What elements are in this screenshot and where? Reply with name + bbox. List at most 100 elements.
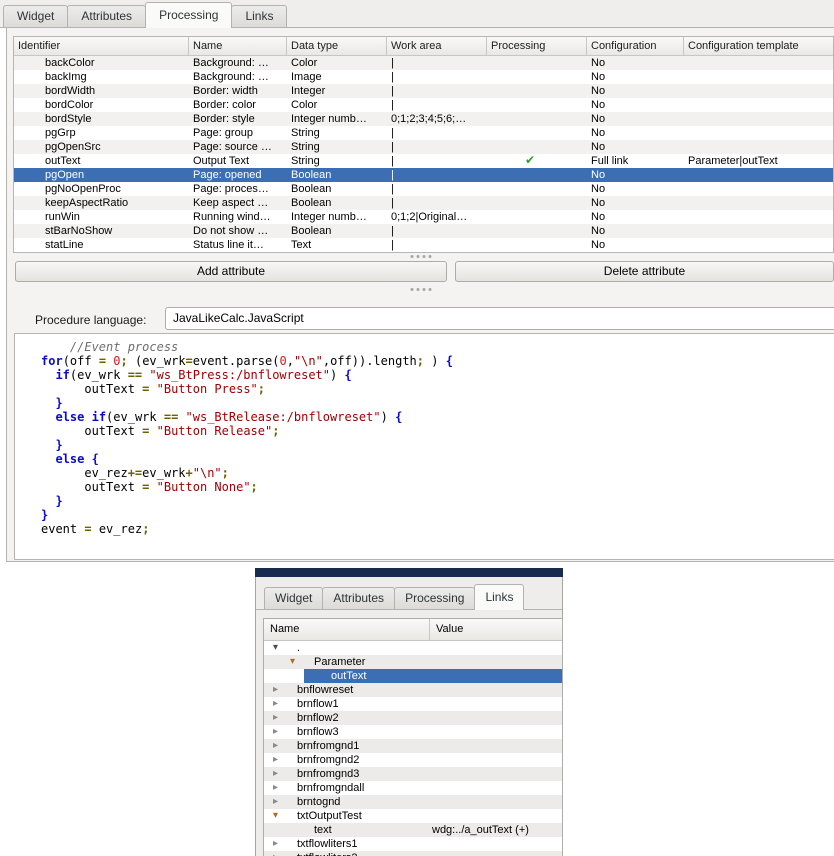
column-header-work-area[interactable]: Work area <box>387 37 487 55</box>
column-header-processing[interactable]: Processing <box>487 37 587 55</box>
link-tree-item-brnfromgnd1[interactable]: ▸brnfromgnd1 <box>264 739 562 753</box>
column-header-configuration[interactable]: Configuration <box>587 37 684 55</box>
attr-row-backColor[interactable]: backColorBackground: …Color|No <box>14 56 833 70</box>
cell-conf: No <box>587 70 684 84</box>
link-tree-item-bnflowreset[interactable]: ▸bnflowreset <box>264 683 562 697</box>
links-column-header-value[interactable]: Value <box>430 619 562 640</box>
cell-proc <box>487 224 587 238</box>
code-token: (ev_wrk <box>70 368 128 382</box>
chevron-right-icon[interactable]: ▸ <box>270 753 285 767</box>
cell-id: backColor <box>14 56 189 70</box>
main-tab-attributes[interactable]: Attributes <box>67 5 146 27</box>
column-header-name[interactable]: Name <box>189 37 287 55</box>
link-tree-item-text[interactable]: textwdg:../a_outText (+) <box>264 823 562 837</box>
link-tree-item-brnflow3[interactable]: ▸brnflow3 <box>264 725 562 739</box>
code-token: if <box>92 410 106 424</box>
code-token: == <box>128 368 142 382</box>
link-tree-item-brnflow1[interactable]: ▸brnflow1 <box>264 697 562 711</box>
cell-id: bordStyle <box>14 112 189 126</box>
splitter-handle[interactable] <box>411 288 432 291</box>
procedure-language-select[interactable]: JavaLikeCalc.JavaScript <box>165 307 834 330</box>
chevron-right-icon[interactable]: ▸ <box>270 795 285 809</box>
chevron-right-icon[interactable]: ▸ <box>270 851 285 856</box>
chevron-right-icon[interactable]: ▸ <box>270 781 285 795</box>
cell-tmpl <box>684 98 833 112</box>
attr-row-outText[interactable]: outTextOutput TextString|✔Full linkParam… <box>14 154 833 168</box>
attr-row-pgNoOpenProc[interactable]: pgNoOpenProcPage: proces…Boolean|No <box>14 182 833 196</box>
chevron-right-icon[interactable]: ▸ <box>270 739 285 753</box>
link-tree-item-outtext[interactable]: outText <box>264 669 562 683</box>
splitter-handle[interactable] <box>411 255 432 258</box>
link-tree-item-brntognd[interactable]: ▸brntognd <box>264 795 562 809</box>
links-window-tab-widget[interactable]: Widget <box>264 587 323 609</box>
link-tree-item-brnflow2[interactable]: ▸brnflow2 <box>264 711 562 725</box>
attr-row-pgOpen[interactable]: pgOpenPage: openedBoolean|No <box>14 168 833 182</box>
chevron-right-icon[interactable]: ▸ <box>270 711 285 725</box>
link-tree-item-parameter[interactable]: ▾Parameter <box>264 655 562 669</box>
links-window-titlebar[interactable] <box>255 568 563 577</box>
cell-area: | <box>387 182 487 196</box>
attr-row-bordWidth[interactable]: bordWidthBorder: widthInteger|No <box>14 84 833 98</box>
code-token: } <box>55 438 62 452</box>
code-token: ; <box>222 466 229 480</box>
code-token: { <box>92 452 99 466</box>
column-header-identifier[interactable]: Identifier <box>14 37 189 55</box>
delete-attribute-button[interactable]: Delete attribute <box>455 261 834 282</box>
attr-row-pgGrp[interactable]: pgGrpPage: groupString|No <box>14 126 833 140</box>
attr-row-pgOpenSrc[interactable]: pgOpenSrcPage: source …String|No <box>14 140 833 154</box>
chevron-right-icon[interactable]: ▸ <box>270 837 285 851</box>
attr-row-backImg[interactable]: backImgBackground: …Image|No <box>14 70 833 84</box>
cell-name: Border: style <box>189 112 287 126</box>
chevron-right-icon[interactable]: ▸ <box>270 697 285 711</box>
code-token: "\n" <box>193 466 222 480</box>
attr-row-statLine[interactable]: statLineStatus line it…Text|No <box>14 238 833 252</box>
main-tab-links[interactable]: Links <box>231 5 287 27</box>
code-token: "Button None" <box>157 480 251 494</box>
cell-name: Do not show … <box>189 224 287 238</box>
attr-row-bordColor[interactable]: bordColorBorder: colorColor|No <box>14 98 833 112</box>
column-header-configuration-template[interactable]: Configuration template <box>684 37 833 55</box>
cell-type: Boolean <box>287 196 387 210</box>
links-window-tab-links[interactable]: Links <box>474 584 524 610</box>
attr-row-stBarNoShow[interactable]: stBarNoShowDo not show …Boolean|No <box>14 224 833 238</box>
code-token: ; <box>272 424 279 438</box>
code-token: = <box>84 522 91 536</box>
main-tab-widget[interactable]: Widget <box>3 5 68 27</box>
column-header-data-type[interactable]: Data type <box>287 37 387 55</box>
code-token: { <box>344 368 351 382</box>
chevron-down-icon[interactable]: ▾ <box>287 655 302 669</box>
code-token: "Button Press" <box>157 382 258 396</box>
cell-proc <box>487 182 587 196</box>
attr-row-runWin[interactable]: runWinRunning wind…Integer numb…0;1;2|Or… <box>14 210 833 224</box>
link-tree-item-brnfromgnd3[interactable]: ▸brnfromgnd3 <box>264 767 562 781</box>
code-token: if <box>55 368 69 382</box>
link-tree-item-txtflowliters1[interactable]: ▸txtflowliters1 <box>264 837 562 851</box>
chevron-right-icon[interactable]: ▸ <box>270 767 285 781</box>
link-tree-item-brnfromgndall[interactable]: ▸brnfromgndall <box>264 781 562 795</box>
cell-area: | <box>387 126 487 140</box>
link-tree-item-txtflowliters2[interactable]: ▸txtflowliters2 <box>264 851 562 856</box>
cell-name: Page: proces… <box>189 182 287 196</box>
procedure-code-editor[interactable]: //Event processfor(off = 0; (ev_wrk=even… <box>14 333 834 560</box>
code-token: ; <box>121 354 128 368</box>
code-token: { <box>395 410 402 424</box>
code-line: ev_rez+=ev_wrk+"\n"; <box>41 466 834 480</box>
main-tab-processing[interactable]: Processing <box>145 2 232 28</box>
links-window-tab-attributes[interactable]: Attributes <box>322 587 395 609</box>
chevron-down-icon[interactable]: ▾ <box>270 809 285 823</box>
add-attribute-button[interactable]: Add attribute <box>15 261 447 282</box>
link-tree-item-brnfromgnd2[interactable]: ▸brnfromgnd2 <box>264 753 562 767</box>
links-column-header-name[interactable]: Name <box>264 619 430 640</box>
main-panel: WidgetAttributesProcessingLinks Identifi… <box>0 0 834 562</box>
tree-item-label: txtflowliters1 <box>285 837 358 851</box>
procedure-language-label: Procedure language: <box>35 312 146 328</box>
code-token: outText <box>41 382 142 396</box>
attr-row-keepAspectRatio[interactable]: keepAspectRatioKeep aspect …Boolean|No <box>14 196 833 210</box>
chevron-right-icon[interactable]: ▸ <box>270 683 285 697</box>
links-window-tab-processing[interactable]: Processing <box>394 587 475 609</box>
link-tree-item-txtoutputtest[interactable]: ▾txtOutputTest <box>264 809 562 823</box>
chevron-down-icon[interactable]: ▾ <box>270 641 285 655</box>
chevron-right-icon[interactable]: ▸ <box>270 725 285 739</box>
attr-row-bordStyle[interactable]: bordStyleBorder: styleInteger numb…0;1;2… <box>14 112 833 126</box>
link-tree-item-root[interactable]: ▾. <box>264 641 562 655</box>
